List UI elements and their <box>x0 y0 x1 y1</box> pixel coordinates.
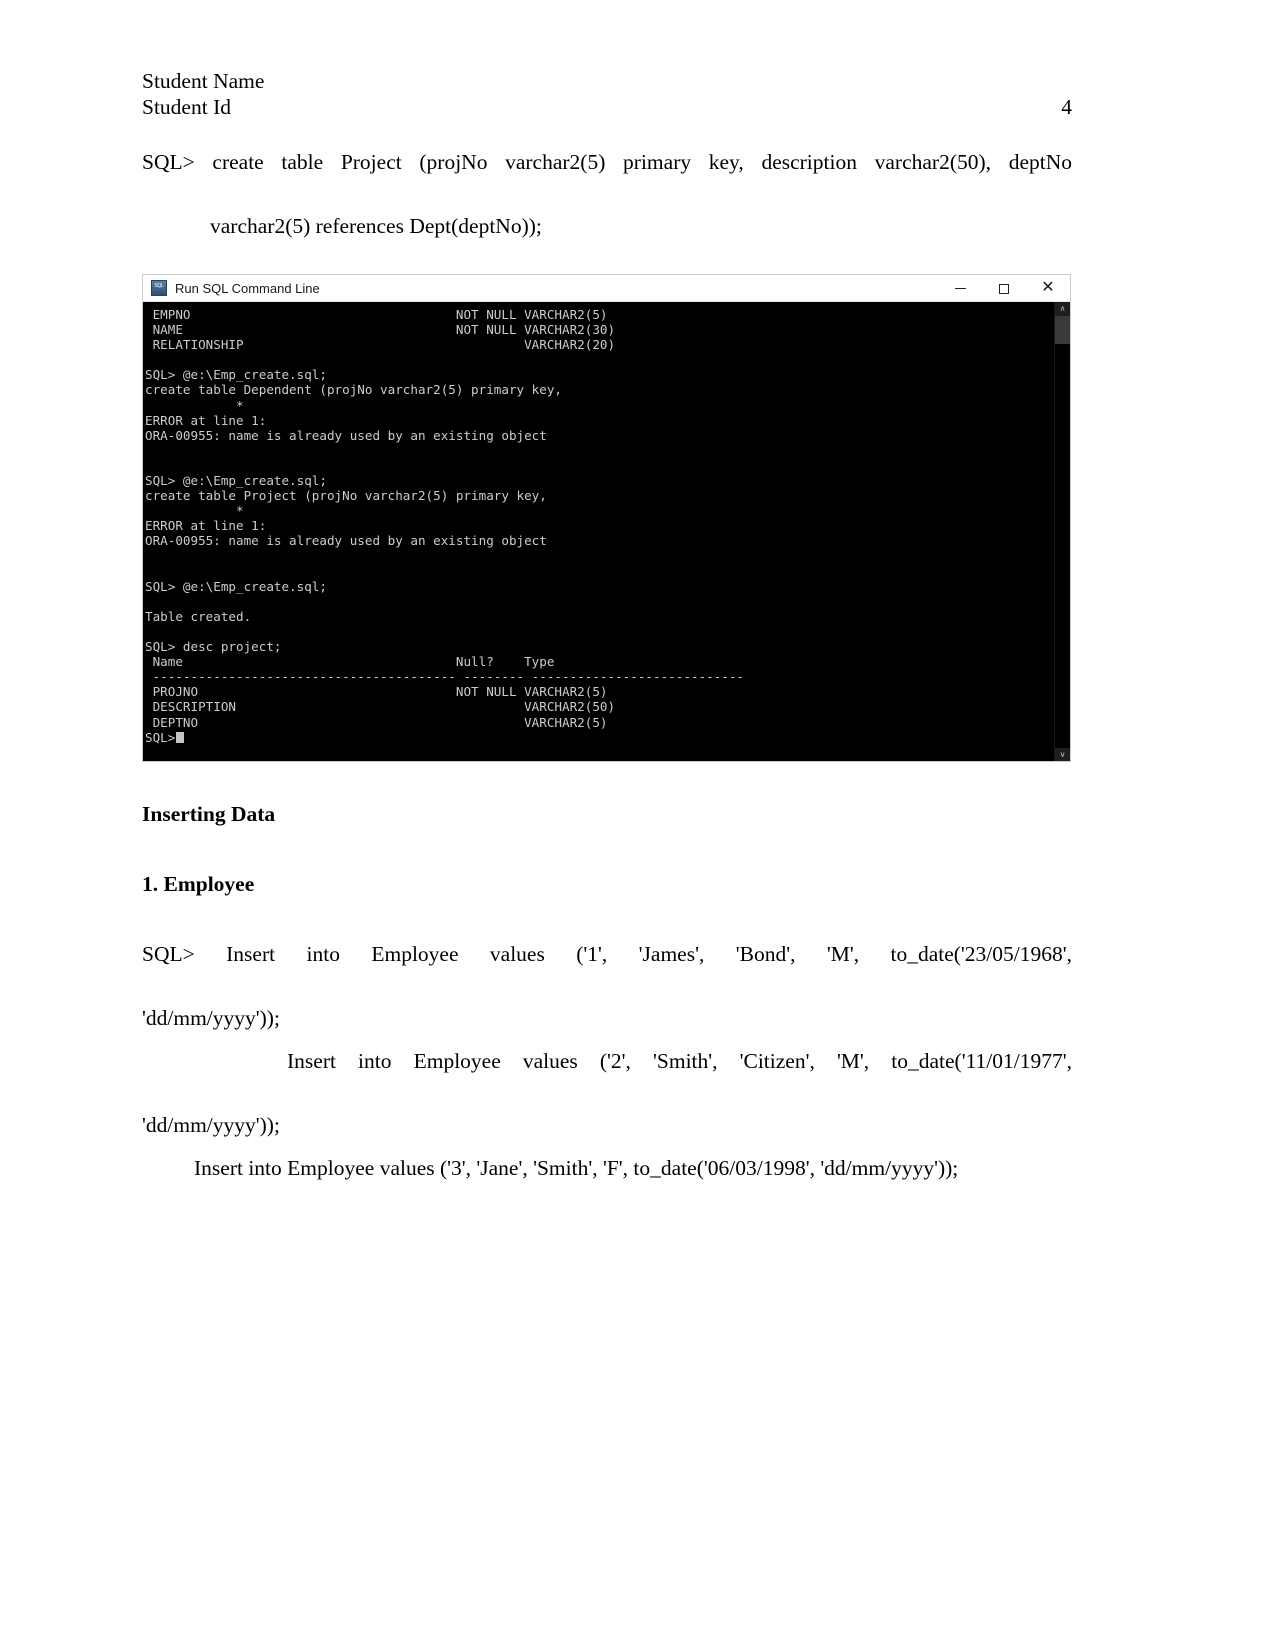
prompt-text: SQL> <box>145 729 176 745</box>
student-id-line: Student Id <box>142 95 231 119</box>
spacer-after-header <box>142 120 1072 146</box>
insert-statement-3-line1: Insert into Employee values ('3', 'Jane'… <box>194 1156 959 1180</box>
console-scrollbar[interactable]: ∧ ∨ <box>1054 302 1070 761</box>
sql-app-icon <box>151 280 167 296</box>
window-title: Run SQL Command Line <box>175 280 320 296</box>
document-page: Student Name Student Id 4 SQL> create ta… <box>0 0 1275 1650</box>
close-button[interactable]: ✕ <box>1026 275 1070 302</box>
page-number: 4 <box>1061 95 1072 119</box>
scrollbar-thumb[interactable] <box>1055 316 1070 344</box>
page-content: Student Name Student Id 4 SQL> create ta… <box>142 68 1072 242</box>
heading-inserting-data: Inserting Data <box>142 802 276 826</box>
window-controls: ✕ <box>938 275 1070 302</box>
student-name-line: Student Name <box>142 69 265 93</box>
console-cursor <box>176 731 185 743</box>
sql-create-statement-line2: varchar2(5) references Dept(deptNo)); <box>210 214 542 238</box>
minimize-button[interactable] <box>938 275 982 302</box>
window-title-bar[interactable]: Run SQL Command Line ✕ <box>143 275 1070 302</box>
scroll-down-arrow-icon[interactable]: ∨ <box>1055 748 1070 761</box>
document-header: Student Name Student Id 4 <box>142 68 1072 120</box>
sql-command-line-window: Run SQL Command Line ✕ EMPNO NOT NULL VA… <box>142 274 1071 762</box>
console-output-area[interactable]: EMPNO NOT NULL VARCHAR2(5) NAME NOT NULL… <box>143 302 1070 761</box>
console-prompt-line: SQL> <box>145 730 1070 745</box>
sql-create-statement-line1: SQL> create table Project (projNo varcha… <box>142 150 1072 174</box>
page-content-lower: Inserting Data 1. Employee SQL> Insert i… <box>142 800 1072 1184</box>
maximize-button[interactable] <box>982 275 1026 302</box>
insert-statement-1-line1: SQL> Insert into Employee values ('1', '… <box>142 942 1072 966</box>
heading-employee: 1. Employee <box>142 872 255 896</box>
insert-statement-1-line2: 'dd/mm/yyyy')); <box>142 1006 280 1030</box>
insert-statement-2-line2: 'dd/mm/yyyy')); <box>142 1113 280 1137</box>
console-output-text: EMPNO NOT NULL VARCHAR2(5) NAME NOT NULL… <box>145 307 744 730</box>
insert-statement-2-line1: Insert into Employee values ('2', 'Smith… <box>287 1049 1072 1073</box>
scroll-up-arrow-icon[interactable]: ∧ <box>1055 302 1070 316</box>
